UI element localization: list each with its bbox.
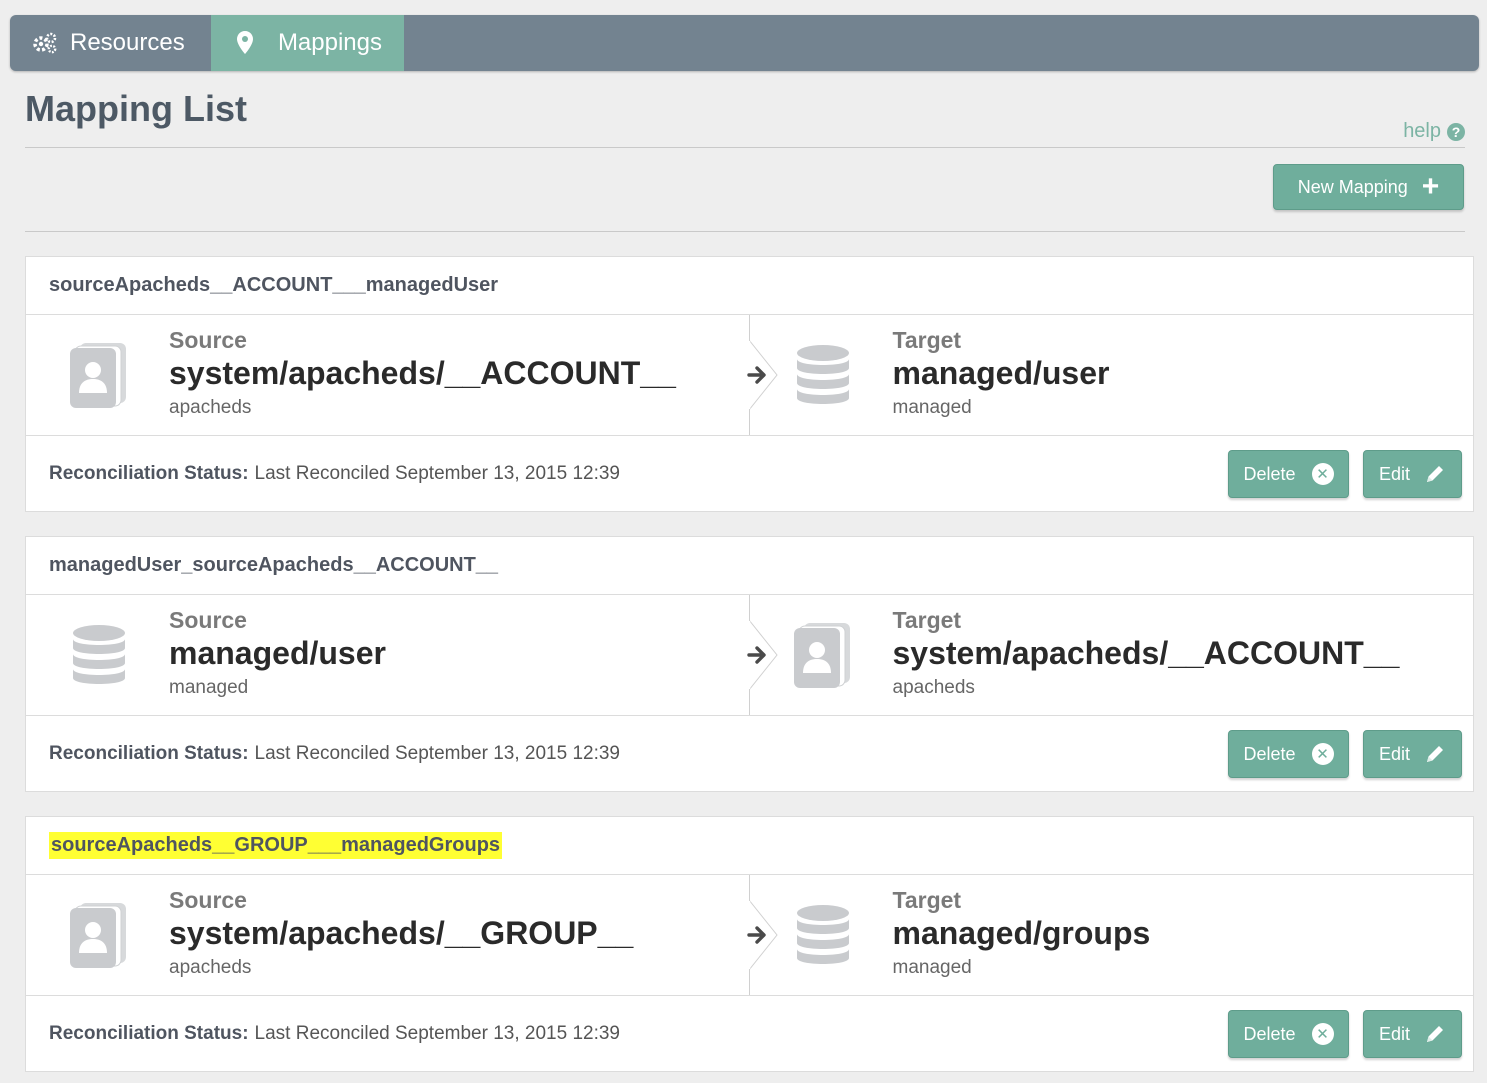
delete-button[interactable]: Delete ✕ (1228, 1010, 1349, 1058)
mapping-card-body: Source system/apacheds/__ACCOUNT__ apach… (26, 315, 1473, 436)
target-sub: managed (892, 957, 972, 978)
gears-icon (32, 30, 58, 56)
delete-button[interactable]: Delete ✕ (1228, 730, 1349, 778)
mapping-card-body: Source system/apacheds/__GROUP__ apached… (26, 875, 1473, 996)
target-path: managed/groups (892, 915, 1151, 951)
mapping-name[interactable]: managedUser_sourceApacheds__ACCOUNT__ (49, 554, 498, 577)
reconciliation-status-text: Last Reconciled September 13, 2015 12:39 (254, 463, 621, 484)
source-label: Source (169, 607, 247, 633)
target-label: Target (892, 327, 962, 353)
reconciliation-status-text: Last Reconciled September 13, 2015 12:39 (254, 1023, 621, 1044)
pencil-icon (1424, 463, 1446, 485)
database-icon (790, 901, 856, 969)
address-book-icon (66, 341, 132, 409)
target-sub: managed (892, 397, 972, 418)
source-sub: apacheds (169, 957, 252, 978)
mapping-card: sourceApacheds__GROUP___managedGroups So… (25, 816, 1474, 1072)
source-path: system/apacheds/__GROUP__ (169, 915, 634, 951)
edit-button[interactable]: Edit (1363, 730, 1462, 778)
mapping-card: sourceApacheds__ACCOUNT___managedUser So… (25, 256, 1474, 512)
edit-label: Edit (1378, 463, 1411, 484)
source-label: Source (169, 887, 247, 913)
source-label: Source (169, 327, 247, 353)
toolbar-divider (25, 231, 1465, 232)
source-sub: apacheds (169, 397, 252, 418)
mapping-card-header: managedUser_sourceApacheds__ACCOUNT__ (26, 537, 1473, 595)
mapping-name[interactable]: sourceApacheds__ACCOUNT___managedUser (49, 274, 498, 297)
source-path: managed/user (169, 635, 386, 671)
new-mapping-label: New Mapping (1297, 176, 1408, 197)
edit-button[interactable]: Edit (1363, 1010, 1462, 1058)
source-panel: Source system/apacheds/__ACCOUNT__ apach… (26, 315, 750, 435)
mapping-card-footer: Reconciliation Status: Last Reconciled S… (26, 436, 1473, 512)
pencil-icon (1424, 1023, 1446, 1045)
arrow-right-icon (747, 646, 766, 664)
map-marker-icon (233, 30, 258, 56)
target-panel: Target managed/user managed (750, 315, 1474, 435)
edit-label: Edit (1378, 743, 1411, 764)
delete-label: Delete (1243, 1023, 1296, 1044)
title-divider (25, 147, 1465, 148)
edit-label: Edit (1378, 1023, 1411, 1044)
page-title: Mapping List (25, 88, 247, 129)
source-panel: Source system/apacheds/__GROUP__ apached… (26, 875, 750, 995)
reconciliation-status-text: Last Reconciled September 13, 2015 12:39 (254, 743, 621, 764)
source-path: system/apacheds/__ACCOUNT__ (169, 355, 676, 391)
mapping-card-header: sourceApacheds__GROUP___managedGroups (26, 817, 1473, 875)
delete-button[interactable]: Delete ✕ (1228, 450, 1349, 498)
top-navbar: Resources Mappings (10, 15, 1479, 71)
edit-button[interactable]: Edit (1363, 450, 1462, 498)
database-icon (66, 621, 132, 689)
delete-label: Delete (1243, 463, 1296, 484)
tab-resources[interactable]: Resources (10, 15, 211, 71)
times-circle-icon: ✕ (1311, 743, 1334, 765)
target-panel: Target managed/groups managed (750, 875, 1474, 995)
delete-label: Delete (1243, 743, 1296, 764)
arrow-right-icon (747, 926, 766, 944)
plus-icon: + (1421, 170, 1440, 203)
target-panel: Target system/apacheds/__ACCOUNT__ apach… (750, 595, 1474, 715)
reconciliation-status-label: Reconciliation Status: (49, 743, 249, 764)
database-icon (790, 341, 856, 409)
arrow-right-icon (747, 366, 766, 384)
new-mapping-button[interactable]: New Mapping + (1273, 164, 1464, 210)
help-label: help (1403, 120, 1441, 142)
mapping-card-footer: Reconciliation Status: Last Reconciled S… (26, 996, 1473, 1072)
help-link[interactable]: help ? (1403, 120, 1465, 143)
reconciliation-status-label: Reconciliation Status: (49, 1023, 249, 1044)
question-circle-icon: ? (1447, 122, 1465, 141)
tab-mappings-label: Mappings (277, 29, 382, 56)
tab-mappings[interactable]: Mappings (211, 15, 404, 71)
target-sub: apacheds (892, 677, 975, 698)
mapping-card-body: Source managed/user managed Target syste… (26, 595, 1473, 716)
target-path: managed/user (892, 355, 1110, 391)
address-book-icon (66, 901, 132, 969)
mapping-name[interactable]: sourceApacheds__GROUP___managedGroups (49, 832, 503, 859)
target-label: Target (892, 607, 962, 633)
mapping-card-footer: Reconciliation Status: Last Reconciled S… (26, 716, 1473, 792)
times-circle-icon: ✕ (1311, 463, 1334, 485)
times-circle-icon: ✕ (1311, 1023, 1334, 1045)
mapping-card-header: sourceApacheds__ACCOUNT___managedUser (26, 257, 1473, 315)
target-label: Target (892, 887, 962, 913)
source-panel: Source managed/user managed (26, 595, 750, 715)
reconciliation-status-label: Reconciliation Status: (49, 463, 249, 484)
pencil-icon (1424, 743, 1446, 765)
mapping-card: managedUser_sourceApacheds__ACCOUNT__ So… (25, 536, 1474, 792)
address-book-icon (790, 621, 856, 689)
tab-resources-label: Resources (70, 29, 185, 56)
source-sub: managed (169, 677, 249, 698)
target-path: system/apacheds/__ACCOUNT__ (892, 635, 1400, 671)
